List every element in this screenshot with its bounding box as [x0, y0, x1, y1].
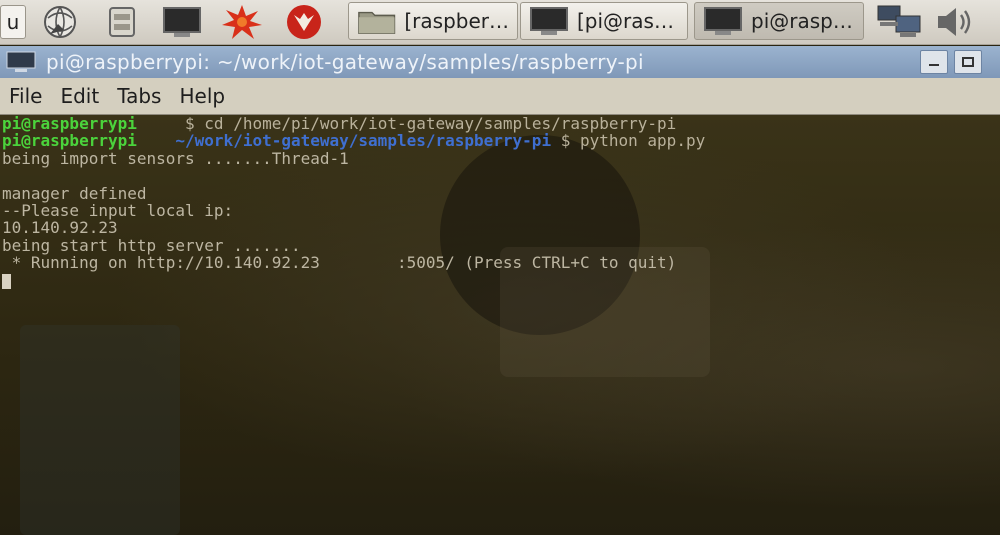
menu-button[interactable]: u	[0, 5, 26, 39]
volume-icon[interactable]	[934, 4, 978, 40]
output-line: --Please input local ip:	[2, 200, 234, 220]
terminal-area[interactable]: pi@raspberrypi $ cd /home/pi/work/iot-ga…	[0, 115, 1000, 535]
maximize-button[interactable]	[954, 50, 982, 74]
minimize-icon	[929, 64, 939, 66]
task-label: pi@rasp…	[751, 9, 853, 33]
wolfram-icon[interactable]	[282, 3, 326, 41]
network-icon[interactable]	[874, 4, 928, 40]
prompt-text: pi@raspberrypi	[2, 115, 137, 133]
menu-help[interactable]: Help	[170, 84, 234, 108]
task-file-manager[interactable]: [raspber…	[348, 2, 518, 40]
command-text: cd /home/pi/work/iot-gateway/samples/ras…	[204, 115, 677, 133]
terminal-icon	[704, 7, 742, 35]
cursor-line	[2, 272, 705, 289]
menu-edit[interactable]: Edit	[51, 84, 108, 108]
maximize-icon	[962, 57, 974, 67]
task-terminal-1[interactable]: [pi@ras…	[520, 2, 688, 40]
output-line: * Running on http://10.140.92.23 :5005/ …	[2, 253, 677, 273]
prompt-path: ~/work/iot-gateway/samples/raspberry-pi	[175, 131, 552, 151]
task-terminal-2[interactable]: pi@rasp…	[694, 2, 864, 40]
command-text: python app.py	[579, 131, 706, 151]
terminal-line: pi@raspberrypi $ cd /home/pi/work/iot-ga…	[2, 115, 705, 132]
burst-app-icon[interactable]	[220, 3, 264, 41]
output-line: being start http server .......	[2, 235, 301, 255]
output-line: manager defined	[2, 183, 147, 203]
task-label: [raspber…	[404, 9, 509, 33]
output-line: 10.140.92.23	[2, 218, 118, 238]
terminal-window-icon	[6, 51, 36, 72]
terminal-icon	[530, 7, 568, 35]
menu-tabs[interactable]: Tabs	[108, 84, 170, 108]
window-titlebar[interactable]: pi@raspberrypi: ~/work/iot-gateway/sampl…	[0, 46, 1000, 78]
file-manager-icon[interactable]	[100, 3, 144, 41]
prompt-separator: $	[175, 115, 205, 133]
menubar: File Edit Tabs Help	[0, 78, 1000, 115]
terminal-launcher-icon[interactable]	[160, 3, 204, 41]
text-cursor	[2, 273, 11, 289]
folder-icon	[358, 11, 396, 34]
taskbar: u [raspber… [pi@ras… pi@rasp…	[0, 0, 1000, 45]
web-browser-icon[interactable]	[38, 3, 82, 41]
minimize-button[interactable]	[920, 50, 948, 74]
terminal-line: pi@raspberrypi ~/work/iot-gateway/sample…	[2, 132, 705, 149]
window-title: pi@raspberrypi: ~/work/iot-gateway/sampl…	[46, 50, 644, 74]
prompt-separator: $	[551, 131, 580, 151]
task-label: [pi@ras…	[577, 9, 674, 33]
prompt-text: pi@raspberrypi	[2, 131, 137, 151]
menu-file[interactable]: File	[0, 84, 51, 108]
output-line: being import sensors .......Thread-1	[2, 148, 349, 168]
